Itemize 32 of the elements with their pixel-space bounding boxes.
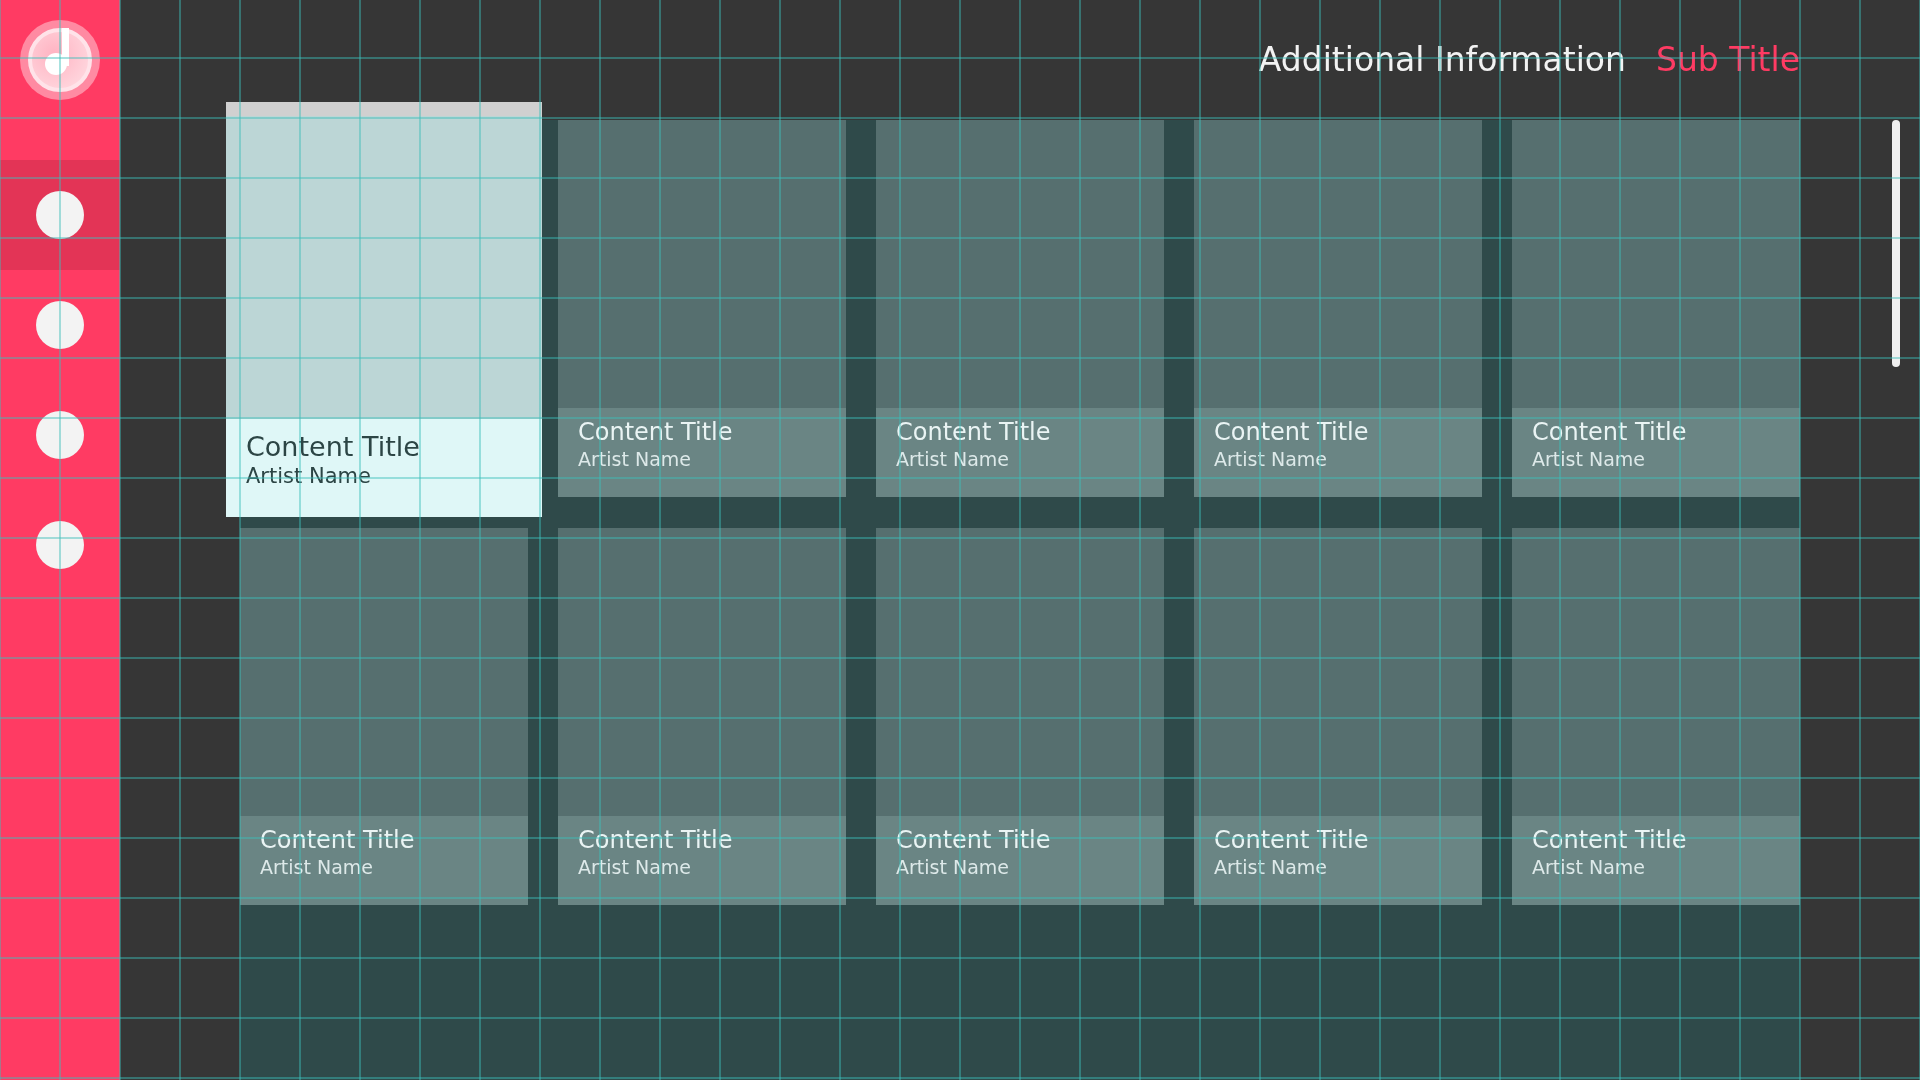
content-card[interactable]: Content Title Artist Name bbox=[1512, 120, 1800, 497]
artist-name: Artist Name bbox=[260, 854, 374, 880]
content-card[interactable]: Content Title Artist Name bbox=[876, 120, 1164, 497]
artist-name: Artist Name bbox=[1532, 854, 1646, 880]
content-title: Content Title bbox=[896, 826, 1052, 855]
artist-name: Artist Name bbox=[1214, 446, 1328, 472]
artist-name: Artist Name bbox=[1214, 854, 1328, 880]
content-card[interactable]: Content Title Artist Name bbox=[1512, 528, 1800, 905]
content-title: Content Title bbox=[246, 431, 421, 464]
content-card[interactable]: Content Title Artist Name bbox=[240, 528, 528, 905]
artist-name: Artist Name bbox=[578, 854, 692, 880]
additional-information: Additional Information bbox=[1258, 39, 1626, 82]
content-title: Content Title bbox=[578, 418, 734, 447]
content-card[interactable]: Content Title Artist Name bbox=[558, 120, 846, 497]
content-card[interactable]: Content Title Artist Name bbox=[558, 528, 846, 905]
content-card[interactable]: Content Title Artist Name bbox=[1194, 528, 1482, 905]
artist-name: Artist Name bbox=[1532, 446, 1646, 472]
content-title: Content Title bbox=[1532, 826, 1688, 855]
content-title: Content Title bbox=[1532, 418, 1688, 447]
content-title: Content Title bbox=[260, 826, 416, 855]
artist-name: Artist Name bbox=[896, 446, 1010, 472]
content-card[interactable]: Content Title Artist Name bbox=[876, 528, 1164, 905]
artist-name: Artist Name bbox=[896, 854, 1010, 880]
content-title: Content Title bbox=[896, 418, 1052, 447]
content-title: Content Title bbox=[1214, 418, 1370, 447]
content-card[interactable]: Content Title Artist Name bbox=[226, 102, 542, 517]
content-title: Content Title bbox=[1214, 826, 1370, 855]
artist-name: Artist Name bbox=[246, 463, 372, 491]
artist-name: Artist Name bbox=[578, 446, 692, 472]
content-title: Content Title bbox=[578, 826, 734, 855]
content-card[interactable]: Content Title Artist Name bbox=[1194, 120, 1482, 497]
sub-title: Sub Title bbox=[1655, 39, 1800, 82]
